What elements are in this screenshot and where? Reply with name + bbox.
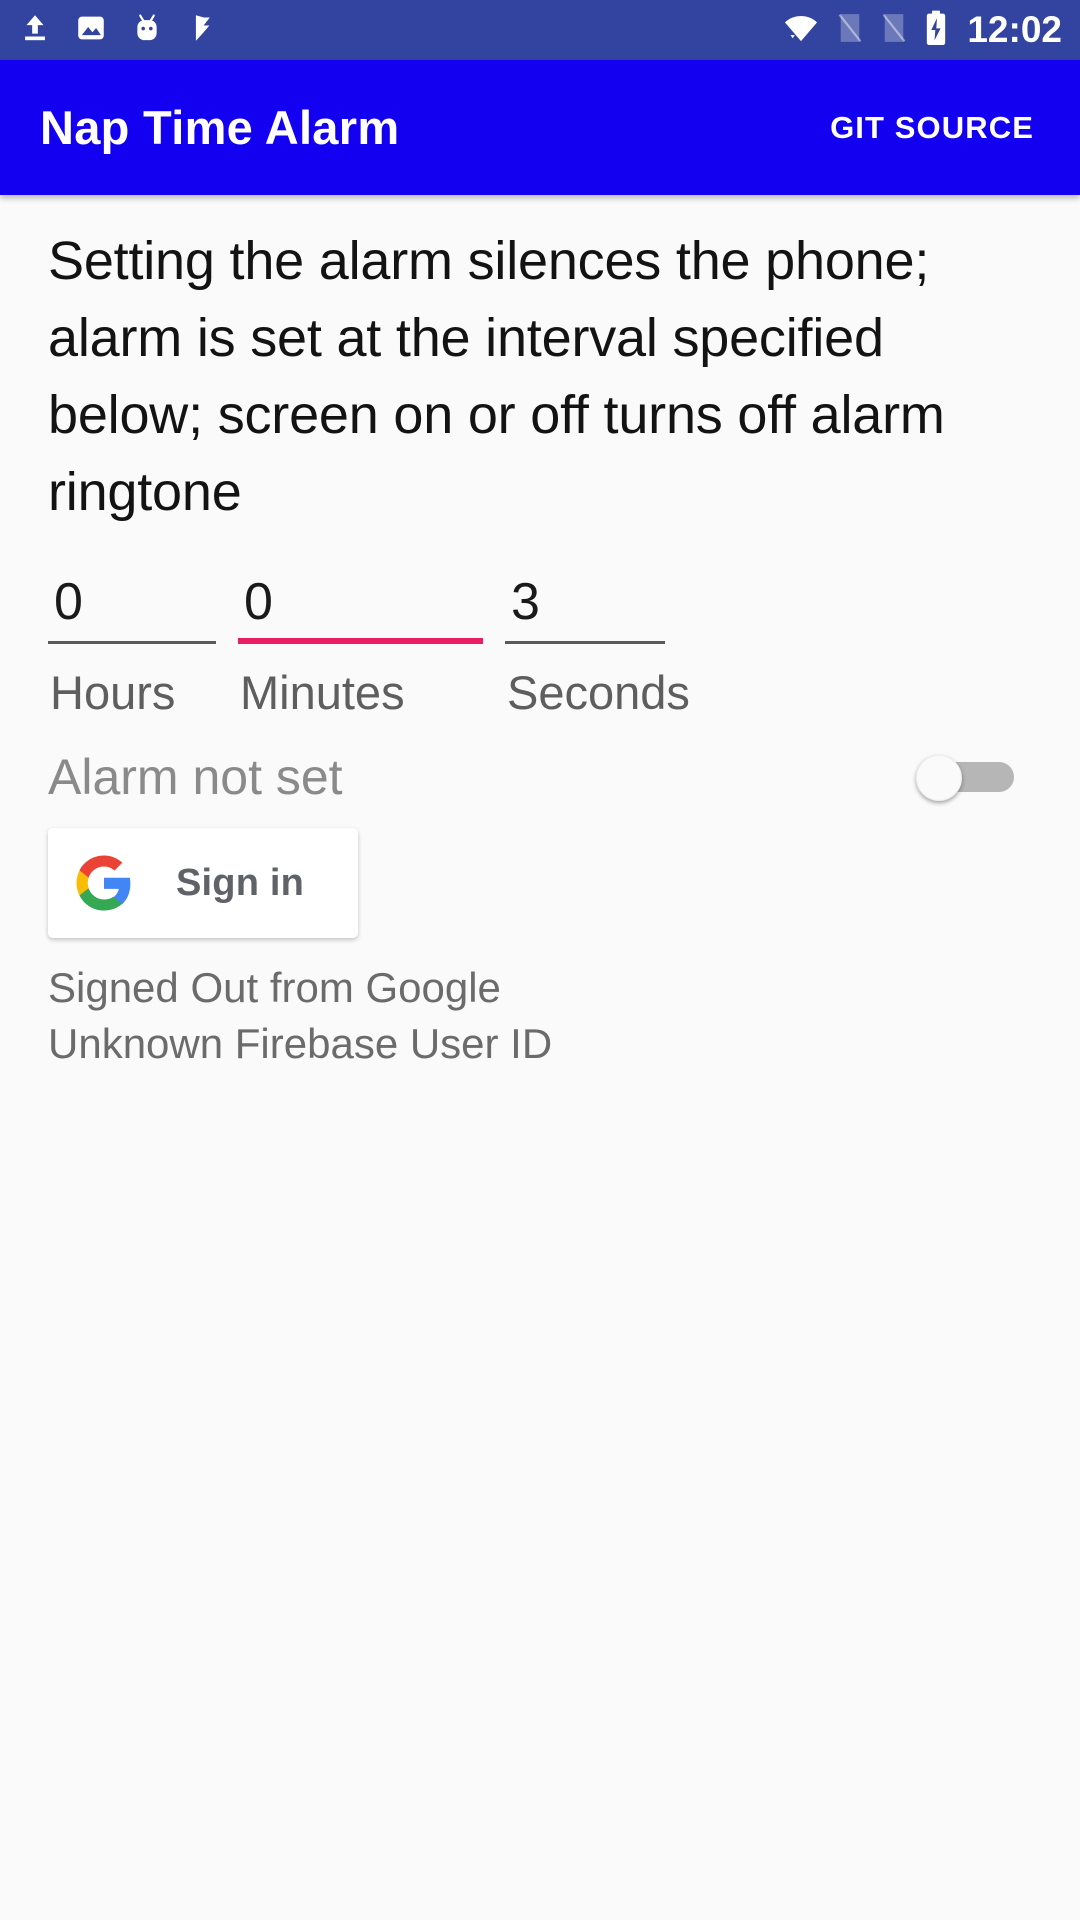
- switch-thumb[interactable]: [916, 755, 962, 801]
- minutes-input[interactable]: 0: [238, 571, 483, 633]
- google-g-icon: [74, 853, 134, 913]
- firebase-user-id-status: Unknown Firebase User ID: [48, 1020, 553, 1067]
- hours-field[interactable]: 0: [48, 571, 216, 644]
- hours-label: Hours: [50, 666, 176, 719]
- seconds-label: Seconds: [507, 666, 690, 719]
- status-bar: 12:02: [0, 0, 1080, 60]
- image-icon: [74, 11, 108, 50]
- alarm-toggle-switch[interactable]: [916, 755, 1014, 801]
- hours-input[interactable]: 0: [48, 571, 216, 633]
- no-sim-1-icon: [835, 11, 865, 50]
- google-sign-in-label: Sign in: [176, 861, 305, 904]
- battery-charging-icon: [923, 10, 949, 51]
- google-auth-status: Signed Out from Google: [48, 964, 501, 1011]
- minutes-label: Minutes: [240, 666, 405, 719]
- main-content: Setting the alarm silences the phone; al…: [0, 195, 1080, 1072]
- description-text: Setting the alarm silences the phone; al…: [48, 231, 945, 522]
- upload-icon: [18, 11, 52, 50]
- time-label-row: Hours Minutes Seconds: [48, 664, 1032, 722]
- alarm-status-row: Alarm not set: [48, 740, 1032, 814]
- android-mascot-icon: [130, 11, 164, 50]
- google-sign-in-button[interactable]: Sign in: [48, 828, 358, 938]
- minutes-field[interactable]: 0: [238, 571, 483, 644]
- status-bar-clock: 12:02: [967, 9, 1062, 50]
- page-title: Nap Time Alarm: [40, 101, 400, 154]
- seconds-input[interactable]: 3: [505, 571, 665, 633]
- google-sign-in-wrapper: Sign in: [48, 828, 1032, 938]
- app-bar: Nap Time Alarm GIT SOURCE: [0, 60, 1080, 195]
- seconds-underline: [505, 641, 665, 644]
- minutes-underline: [238, 638, 483, 644]
- checkmark-flag-icon: [186, 11, 220, 50]
- seconds-field[interactable]: 3: [505, 571, 665, 644]
- alarm-status-text: Alarm not set: [48, 749, 343, 805]
- no-sim-2-icon: [879, 11, 909, 50]
- auth-status-block: Signed Out from Google Unknown Firebase …: [48, 960, 1032, 1072]
- wifi-icon: [781, 11, 821, 50]
- time-input-row: 0 0 3: [48, 571, 1032, 644]
- status-bar-left-icons: [18, 11, 220, 50]
- git-source-button[interactable]: GIT SOURCE: [824, 100, 1040, 156]
- hours-underline: [48, 641, 216, 644]
- status-bar-right-icons: 12:02: [781, 9, 1062, 51]
